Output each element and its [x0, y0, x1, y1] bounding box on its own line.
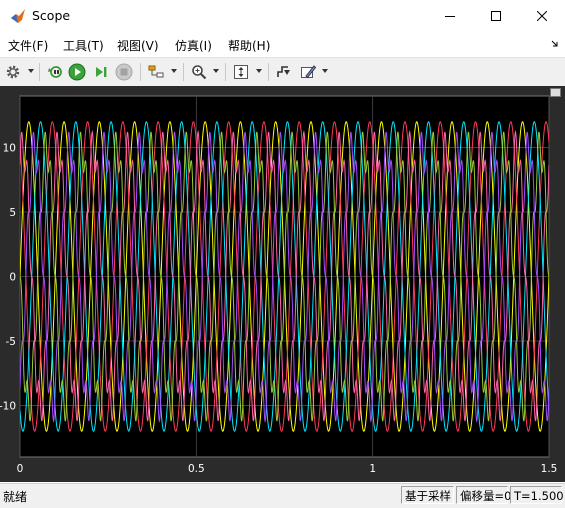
autoscale-icon: [234, 65, 248, 79]
toolbar-separator: [140, 63, 141, 81]
window-title: Scope: [32, 8, 71, 23]
close-button[interactable]: [519, 0, 565, 32]
triggers-icon: [277, 66, 290, 77]
gear-icon: [6, 65, 20, 79]
time-readout: T=1.500: [510, 486, 564, 504]
menu-bar: 文件(F) 工具(T) 视图(V) 仿真(I) 帮助(H): [0, 32, 565, 56]
menu-file[interactable]: 文件(F): [8, 37, 48, 54]
triggers-button[interactable]: [274, 62, 294, 82]
toolbar-separator: [183, 63, 184, 81]
x-tick-label: 0.5: [188, 463, 205, 475]
title-bar: Scope: [0, 0, 565, 32]
x-tick-label: 1: [369, 463, 376, 475]
step-forward-icon: [96, 67, 107, 77]
autoscale-dropdown-icon[interactable]: [256, 69, 262, 73]
run-button[interactable]: [67, 62, 87, 82]
y-tick-label: 5: [9, 207, 16, 219]
close-icon: [537, 11, 547, 21]
menu-view[interactable]: 视图(V): [117, 37, 159, 54]
stop-button[interactable]: [114, 62, 134, 82]
y-tick-label: 10: [3, 143, 16, 155]
zoom-icon: [192, 65, 207, 80]
menu-tools[interactable]: 工具(T): [63, 37, 104, 54]
minimize-icon: [445, 16, 455, 17]
restore-button[interactable]: [45, 62, 65, 82]
autoscale-button[interactable]: [231, 62, 251, 82]
scope-plot[interactable]: 10 5 0 -5 -10 0 0.5 1 1.5: [0, 86, 565, 482]
status-bar: 就绪 基于采样 偏移量=0 T=1.500: [0, 483, 565, 508]
layout-button[interactable]: [146, 62, 166, 82]
step-forward-button[interactable]: [91, 62, 111, 82]
y-tick-label: 0: [9, 272, 16, 284]
toolbar-separator: [268, 63, 269, 81]
menu-arrow-icon[interactable]: [551, 40, 559, 48]
toolbar-separator: [39, 63, 40, 81]
toolbar: [0, 57, 565, 87]
x-tick-label: 1.5: [541, 463, 558, 475]
menu-help[interactable]: 帮助(H): [228, 37, 270, 54]
maximize-icon: [491, 11, 501, 21]
status-text: 就绪: [3, 490, 28, 504]
y-tick-label: -10: [0, 400, 16, 412]
layout-icon: [148, 65, 164, 78]
y-tick-label: -5: [6, 336, 16, 348]
style-icon: [301, 65, 316, 79]
config-dropdown-icon[interactable]: [28, 69, 34, 73]
stop-icon: [115, 63, 133, 81]
toolbar-separator: [225, 63, 226, 81]
zoom-dropdown-icon[interactable]: [213, 69, 219, 73]
style-button[interactable]: [298, 62, 318, 82]
zoom-button[interactable]: [189, 62, 209, 82]
minimize-button[interactable]: [427, 0, 473, 32]
offset-readout: 偏移量=0: [456, 486, 511, 504]
style-dropdown-icon[interactable]: [322, 69, 328, 73]
config-button[interactable]: [3, 62, 23, 82]
restore-icon: [48, 66, 62, 78]
layout-dropdown-icon[interactable]: [171, 69, 177, 73]
x-tick-label: 0: [17, 463, 24, 475]
matlab-logo-icon: [11, 9, 25, 23]
sample-mode: 基于采样: [401, 486, 454, 504]
plot-frame: 10 5 0 -5 -10 0 0.5 1 1.5: [0, 86, 565, 482]
menu-simulation[interactable]: 仿真(I): [175, 37, 212, 54]
maximize-button[interactable]: [473, 0, 519, 32]
run-icon: [68, 63, 86, 81]
